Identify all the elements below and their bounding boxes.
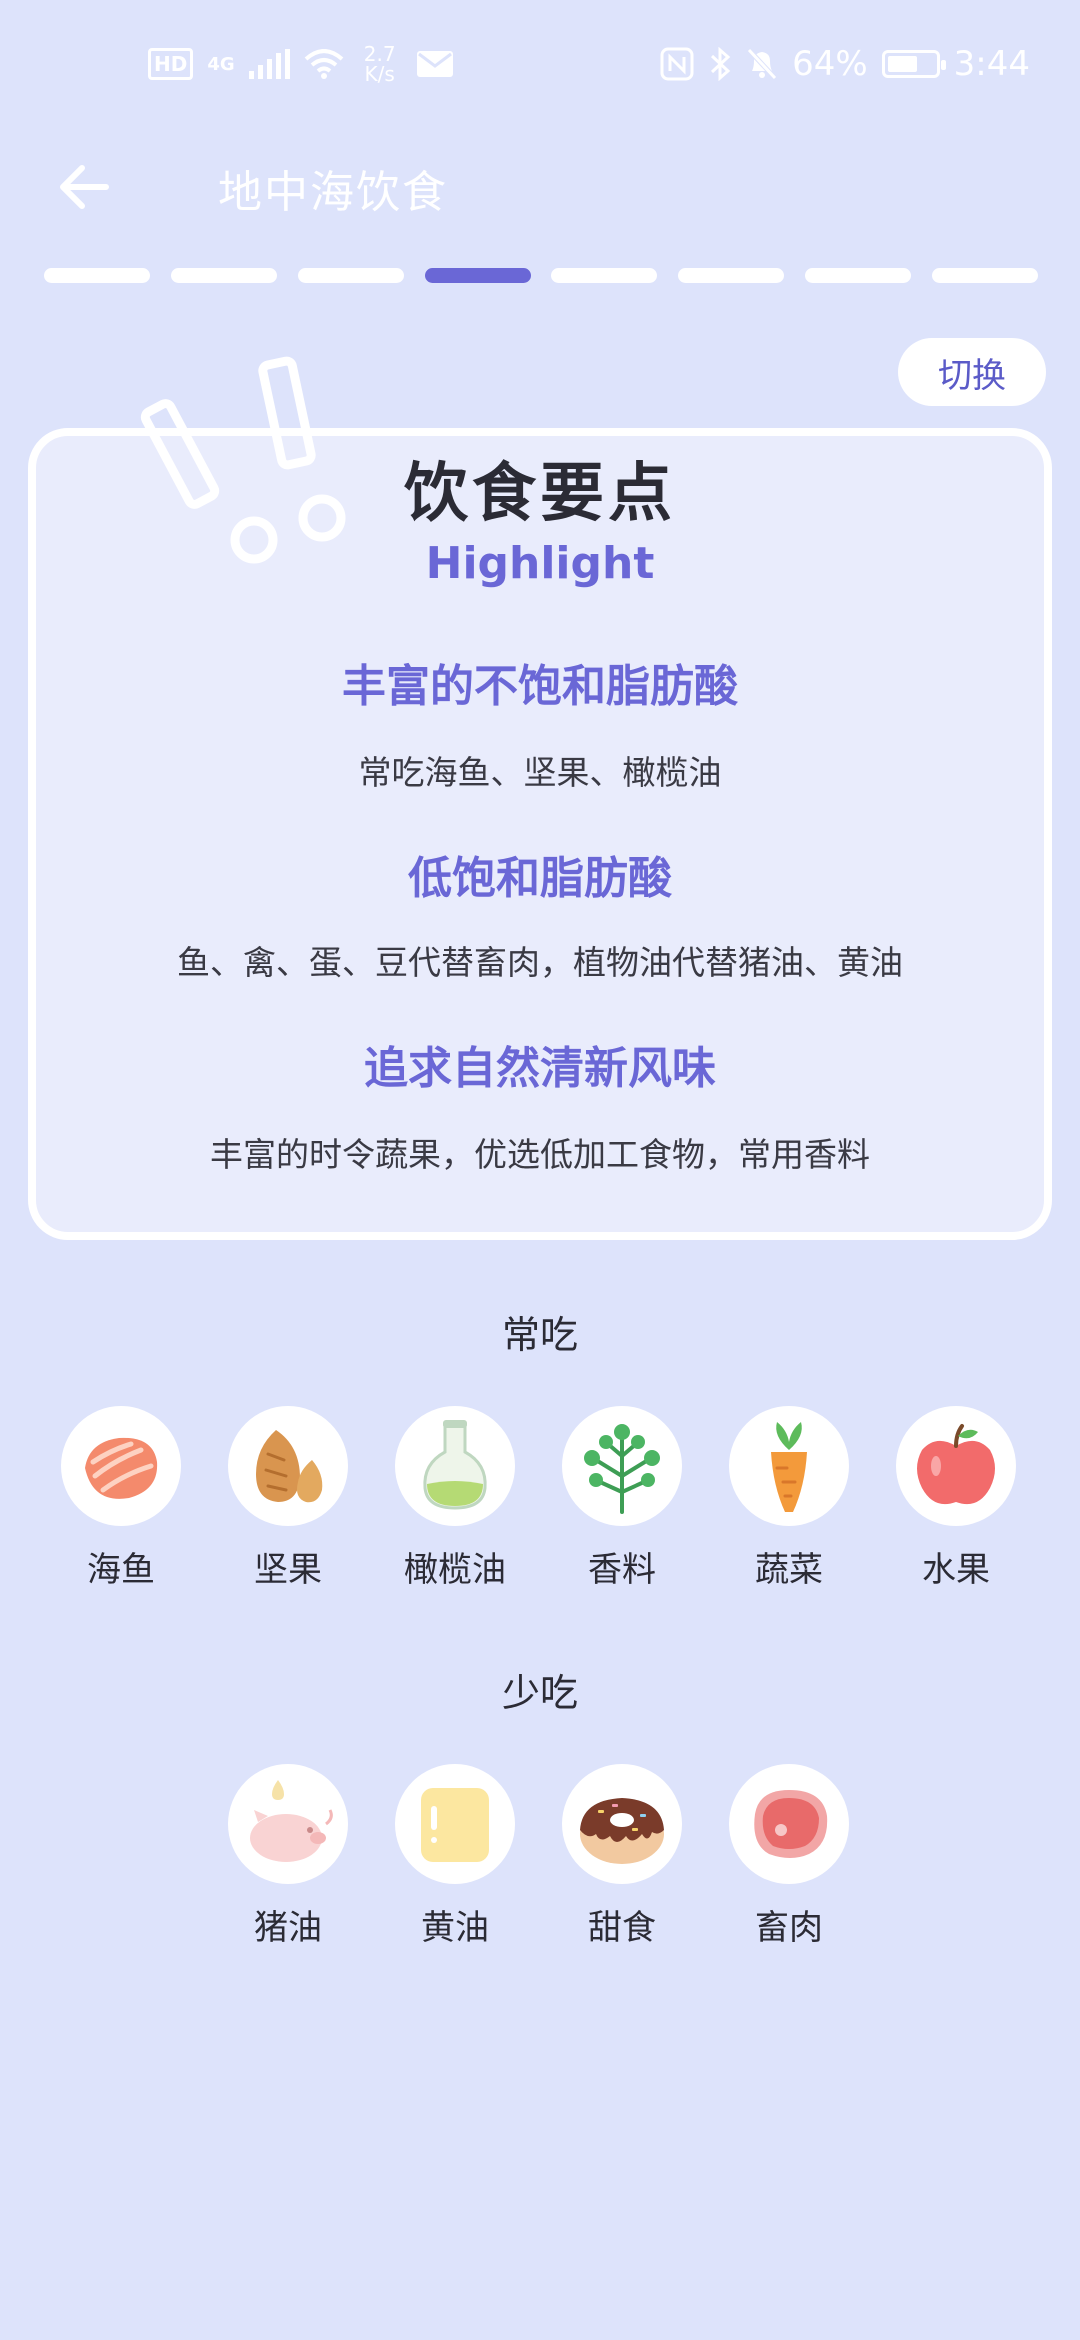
point-heading: 丰富的不饱和脂肪酸 [342,661,738,712]
food-label: 坚果 [254,1550,322,1590]
progress-step-6[interactable] [678,268,785,283]
food-circle [395,1406,515,1526]
battery-level-fill [887,56,918,72]
food-circle [729,1406,849,1526]
progress-step-1[interactable] [44,268,150,283]
food-circle [61,1406,181,1526]
food-item-olive-oil[interactable]: 橄榄油 [393,1406,517,1591]
food-circle [228,1764,348,1884]
progress-step-7[interactable] [805,268,912,283]
food-circle [729,1764,849,1884]
butter-icon [421,1788,489,1862]
point-text: 丰富的时令蔬果，优选低加工食物，常用香料 [210,1135,870,1174]
food-circle [896,1406,1016,1526]
switch-button[interactable]: 切换 [898,338,1046,406]
nuts-icon [256,1430,323,1503]
food-circle [395,1764,515,1884]
food-item-red-meat[interactable]: 畜肉 [727,1764,851,1949]
status-bar: HD 4G 2.7 K/s 64% 3:44 [0,0,1080,130]
herbs-icon [584,1424,660,1514]
lard-icon [250,1780,333,1862]
mute-bell-icon [747,48,777,80]
food-label: 猪油 [254,1908,322,1948]
food-label: 蔬菜 [755,1550,823,1590]
food-item-herbs[interactable]: 香料 [560,1406,684,1591]
back-button[interactable] [50,152,120,222]
network-speed-unit: K/s [364,62,395,86]
battery-icon [881,50,946,78]
card-title: 饮食要点 [404,457,676,531]
signal-icon [248,49,290,79]
food-circle [562,1764,682,1884]
nfc-icon [660,47,694,81]
bluetooth-icon [711,47,731,81]
status-left: HD 4G 2.7 K/s [148,44,454,84]
app-bar: 地中海饮食 [0,130,1080,240]
food-label: 黄油 [421,1908,489,1948]
donut-icon [580,1798,664,1864]
status-right: 64% 3:44 [660,44,1030,84]
food-item-sweets[interactable]: 甜食 [560,1764,684,1949]
food-label: 水果 [922,1550,990,1590]
step-progress [44,268,1038,283]
meat-icon [754,1790,828,1858]
point-text: 鱼、禽、蛋、豆代替畜肉，植物油代替猪油、黄油 [177,943,903,982]
fish-icon [85,1437,158,1499]
food-item-nuts[interactable]: 坚果 [226,1406,350,1591]
food-circle [562,1406,682,1526]
progress-step-2[interactable] [170,268,277,283]
network-speed: 2.7 K/s [358,44,402,84]
food-item-fish[interactable]: 海鱼 [59,1406,183,1591]
clock: 3:44 [953,44,1030,84]
eat-less-title: 少吃 [501,1671,578,1715]
food-label: 橄榄油 [404,1550,506,1590]
apple-icon [917,1424,995,1505]
point-heading: 追求自然清新风味 [364,1043,716,1094]
progress-step-4[interactable] [424,268,531,283]
eat-often-title: 常吃 [501,1313,578,1357]
point-text: 常吃海鱼、坚果、橄榄油 [358,753,722,792]
food-circle [228,1406,348,1526]
wifi-icon [304,49,343,79]
point-heading: 低饱和脂肪酸 [408,853,672,904]
olive-oil-icon [423,1420,487,1510]
food-item-vegetables[interactable]: 蔬菜 [727,1406,851,1591]
progress-step-8[interactable] [931,268,1038,283]
food-label: 甜食 [588,1908,656,1948]
page-title: 地中海饮食 [218,167,448,218]
food-label: 香料 [588,1550,656,1590]
card-subtitle: Highlight [425,538,655,589]
carrot-icon [771,1422,807,1512]
food-label: 畜肉 [755,1908,823,1948]
food-item-butter[interactable]: 黄油 [393,1764,517,1949]
progress-step-5[interactable] [551,268,658,283]
battery-percent: 64% [792,44,868,84]
arrow-left-icon [60,165,109,209]
mail-icon [416,51,453,77]
food-item-lard[interactable]: 猪油 [226,1764,350,1949]
progress-step-3[interactable] [297,268,404,283]
food-item-fruit[interactable]: 水果 [894,1406,1018,1591]
network-type-label: 4G [207,53,235,75]
food-label: 海鱼 [87,1550,155,1590]
hd-badge: HD [148,48,194,80]
